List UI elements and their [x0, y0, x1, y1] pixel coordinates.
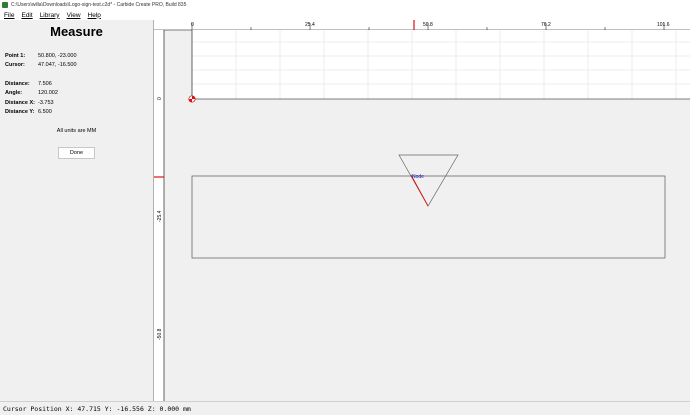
- node-label: Node: [412, 174, 424, 180]
- menu-library[interactable]: Library: [40, 12, 60, 19]
- menu-help[interactable]: Help: [88, 12, 101, 19]
- cursor-position-readout: Cursor Position X: 47.715 Y: -16.556 Z: …: [3, 404, 191, 413]
- side-ruler-label: -50.8: [157, 328, 163, 340]
- cursor-value: 47.047, -16.500: [38, 62, 77, 68]
- menu-view[interactable]: View: [67, 12, 81, 19]
- side-ruler-label: 0: [157, 97, 163, 100]
- top-ruler-label: 0: [191, 22, 194, 28]
- window-title: C:\Users\willa\Downloads\Logo-sign-test.…: [11, 2, 187, 8]
- top-ruler-label: 101.6: [657, 22, 670, 28]
- measure-panel: Measure Point 1: 50.800, -23.000 Cursor:…: [0, 20, 154, 401]
- angle-row: Angle: 120.002: [5, 90, 58, 96]
- top-ruler-label: 50.8: [423, 22, 433, 28]
- distance-x-value: -3.753: [38, 100, 54, 106]
- distance-label: Distance:: [5, 81, 30, 87]
- point1-value: 50.800, -23.000: [38, 53, 77, 59]
- distance-x-row: Distance X: -3.753: [5, 100, 54, 106]
- origin-icon: [188, 95, 196, 103]
- point1-row: Point 1: 50.800, -23.000: [5, 53, 77, 59]
- distance-y-row: Distance Y: 6.500: [5, 109, 52, 115]
- grid-area: [192, 30, 690, 99]
- cursor-label: Cursor:: [5, 62, 25, 68]
- distance-value: 7.506: [38, 81, 52, 87]
- menu-bar: File Edit Library View Help: [0, 10, 690, 20]
- rectangle-shape[interactable]: [191, 175, 666, 259]
- design-canvas[interactable]: 0 25.4 50.8 76.2 101.6 0 -25.4 -50.8 Nod…: [154, 20, 690, 401]
- menu-file[interactable]: File: [4, 12, 14, 19]
- distance-y-label: Distance Y:: [5, 109, 35, 115]
- triangle-shape[interactable]: [398, 154, 459, 207]
- app-icon: [2, 2, 8, 8]
- angle-label: Angle:: [5, 90, 23, 96]
- top-ruler: [154, 20, 690, 30]
- top-ruler-label: 25.4: [305, 22, 315, 28]
- distance-row: Distance: 7.506: [5, 81, 52, 87]
- cursor-row: Cursor: 47.047, -16.500: [5, 62, 77, 68]
- status-bar: Cursor Position X: 47.715 Y: -16.556 Z: …: [0, 401, 690, 415]
- done-button[interactable]: Done: [58, 147, 95, 159]
- angle-value: 120.002: [38, 90, 58, 96]
- side-ruler-label: -25.4: [157, 210, 163, 222]
- point1-label: Point 1:: [5, 53, 26, 59]
- distance-x-label: Distance X:: [5, 100, 35, 106]
- panel-title: Measure: [50, 24, 103, 39]
- title-bar: C:\Users\willa\Downloads\Logo-sign-test.…: [0, 0, 690, 10]
- top-ruler-label: 76.2: [541, 22, 551, 28]
- menu-edit[interactable]: Edit: [21, 12, 32, 19]
- distance-y-value: 6.500: [38, 109, 52, 115]
- units-note: All units are MM: [56, 128, 97, 134]
